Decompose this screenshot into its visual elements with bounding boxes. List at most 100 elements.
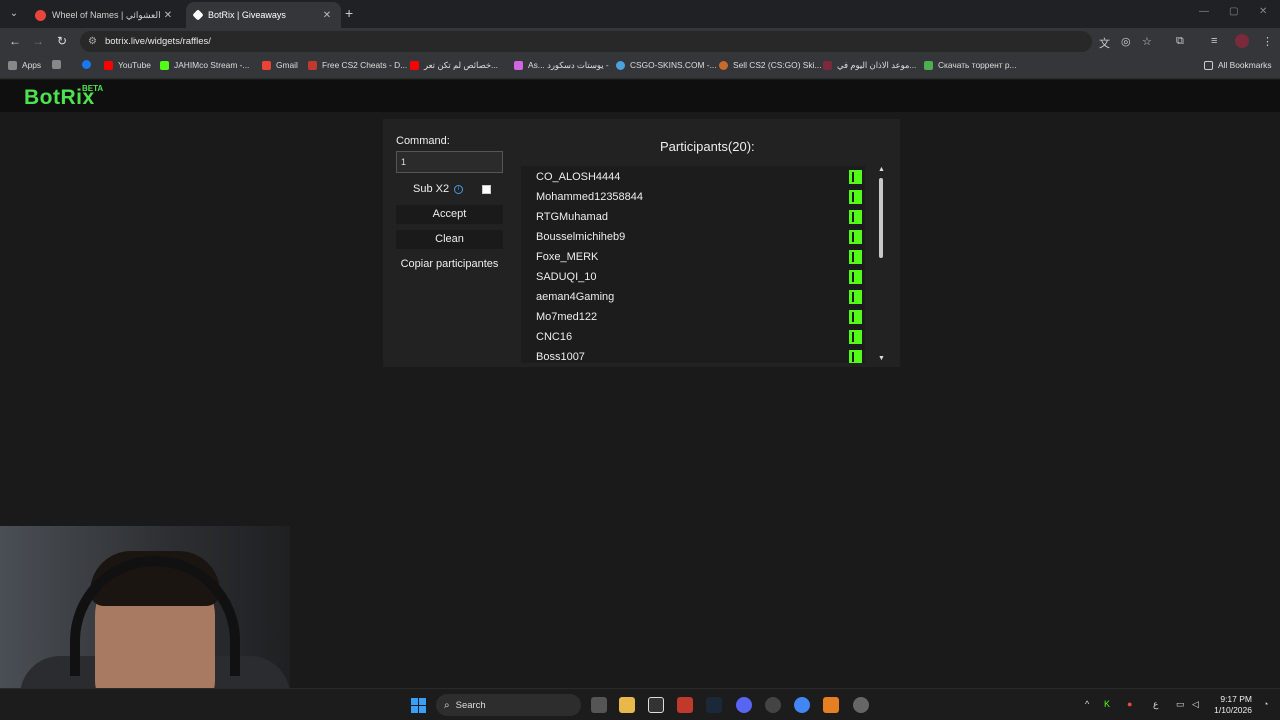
search-label: Search <box>455 699 486 711</box>
info-icon[interactable]: i <box>454 184 464 194</box>
notifications-icon[interactable]: ◔ <box>1263 699 1268 709</box>
participant-name: aeman4Gaming <box>536 291 615 303</box>
cheats-icon <box>308 60 317 70</box>
kick-icon <box>849 170 862 184</box>
steam-icon[interactable] <box>706 697 722 713</box>
bookmark-torrent[interactable]: Скачать торрент р... <box>924 60 1017 70</box>
tab-strip: ⌄ Wheel of Names | اسم العشوائي ✕ BotRix… <box>0 0 1280 28</box>
accept-button[interactable]: Accept <box>396 205 503 224</box>
app-a-icon[interactable] <box>823 697 839 713</box>
chrome-icon[interactable] <box>794 697 810 713</box>
sub-x2-checkbox[interactable] <box>482 185 491 194</box>
command-input[interactable] <box>396 151 503 173</box>
eye-off-icon[interactable]: ◎ <box>1121 35 1131 48</box>
back-icon[interactable]: ← <box>7 34 23 48</box>
scroll-thumb[interactable] <box>879 178 883 258</box>
bookmark-gmail[interactable]: Gmail <box>262 60 298 70</box>
menu-icon[interactable]: ⋮ <box>1262 35 1273 48</box>
tab-botrix-giveaways[interactable]: BotRix | Giveaways ✕ <box>186 2 341 28</box>
close-window-icon[interactable]: ✕ <box>1259 6 1267 17</box>
list-scrollbar[interactable]: ▲ ▼ <box>878 166 885 363</box>
minimize-icon[interactable]: — <box>1199 6 1209 17</box>
participant-name: CO_ALOSH4444 <box>536 171 621 183</box>
app-header: BotRix BETA <box>0 80 1280 112</box>
file-explorer-icon[interactable] <box>619 697 635 713</box>
webcam-overlay <box>0 526 290 688</box>
kick-icon <box>849 310 862 324</box>
kick-icon <box>849 210 862 224</box>
command-label: Command: <box>396 135 450 147</box>
taskbar-clock[interactable]: 9:17 PM 1/10/2026 <box>1212 694 1252 716</box>
discord-icon[interactable] <box>736 697 752 713</box>
clock-date: 1/10/2026 <box>1214 705 1252 715</box>
grid-icon <box>52 60 61 69</box>
settings-icon[interactable] <box>853 697 869 713</box>
tab-search-icon[interactable]: ⌄ <box>5 5 23 23</box>
bookmark-star-icon[interactable]: ☆ <box>1142 35 1152 48</box>
kick-icon <box>849 350 862 363</box>
site-info-icon[interactable]: ⚙ <box>88 36 97 47</box>
bookmark-youtube[interactable]: YouTube <box>104 60 151 70</box>
bookmark-arabic-video[interactable]: خصائص لم تكن تعر... <box>410 60 498 70</box>
close-tab-icon[interactable]: ✕ <box>162 10 174 21</box>
taskbar-search[interactable]: ⌕ Search <box>436 694 581 716</box>
bookmark-grid[interactable] <box>52 60 66 69</box>
windows-start-icon[interactable] <box>411 698 427 714</box>
extensions-icon[interactable]: ⧉ <box>1176 35 1184 48</box>
microphone-icon[interactable]: ● <box>1127 699 1132 709</box>
bookmark-csgo-skins[interactable]: CSGO-SKINS.COM -... <box>616 60 717 70</box>
participant-name: SADUQI_10 <box>536 271 597 283</box>
task-view-icon[interactable] <box>591 697 607 713</box>
clean-button[interactable]: Clean <box>396 230 503 249</box>
browser-toolbar: ← → ↻ ⚙ botrix.live/widgets/raffles/ 文 ◎… <box>0 28 1280 55</box>
youtube-icon <box>410 60 419 70</box>
participant-name: Foxe_MERK <box>536 251 599 263</box>
wheel-favicon-icon <box>35 9 46 21</box>
sub-x2-row: Sub X2 i <box>413 183 464 195</box>
network-icon[interactable]: ▭ <box>1176 699 1185 710</box>
media-icon[interactable]: ≡ <box>1211 35 1217 47</box>
participant-name: Boss1007 <box>536 351 585 363</box>
kick-icon <box>160 60 169 70</box>
profile-avatar[interactable] <box>1235 34 1249 48</box>
botrix-favicon-icon <box>192 9 204 21</box>
list-item: Foxe_MERK <box>521 247 865 267</box>
list-item: CO_ALOSH4444 <box>521 167 865 187</box>
language-indicator[interactable]: ع <box>1153 699 1158 710</box>
close-tab-icon[interactable]: ✕ <box>321 10 333 21</box>
scroll-down-icon[interactable]: ▼ <box>878 355 885 363</box>
bookmark-jahimco[interactable]: JAHIMco Stream -... <box>160 60 249 70</box>
kick-icon <box>849 230 862 244</box>
adobe-icon[interactable] <box>677 697 693 713</box>
bookmark-prayer-times[interactable]: موعد الاذان اليوم في... <box>823 60 916 70</box>
all-bookmarks[interactable]: All Bookmarks <box>1204 60 1272 70</box>
clock-time: 9:17 PM <box>1220 694 1252 704</box>
address-bar[interactable]: ⚙ botrix.live/widgets/raffles/ <box>80 31 1092 52</box>
maximize-icon[interactable]: ▢ <box>1229 6 1238 17</box>
kick-icon <box>849 330 862 344</box>
bookmark-apps[interactable]: Apps <box>8 60 41 70</box>
kick-icon <box>849 190 862 204</box>
logitech-icon[interactable] <box>648 697 664 713</box>
apps-grid-icon <box>8 60 17 70</box>
obs-icon[interactable] <box>765 697 781 713</box>
translate-icon[interactable]: 文 <box>1099 35 1110 51</box>
reload-icon[interactable]: ↻ <box>54 34 70 48</box>
participants-list[interactable]: CO_ALOSH4444 Mohammed12358844 RTGMuhamad… <box>521 166 865 363</box>
beta-badge: BETA <box>82 84 104 93</box>
show-hidden-icon[interactable]: ^ <box>1085 699 1089 709</box>
copy-participants-button[interactable]: Copiar participantes <box>396 255 503 274</box>
bookmark-cs2-cheats[interactable]: Free CS2 Cheats - D... <box>308 60 407 70</box>
kick-tray-icon[interactable]: K <box>1104 699 1110 709</box>
bookmark-sell-cs2[interactable]: Sell CS2 (CS:GO) Ski... <box>719 60 821 70</box>
forward-icon[interactable]: → <box>30 34 46 48</box>
tab-wheel-of-names[interactable]: Wheel of Names | اسم العشوائي ✕ <box>27 2 182 28</box>
participant-name: CNC16 <box>536 331 573 343</box>
participant-name: Bousselmichiheb9 <box>536 231 626 243</box>
bookmark-facebook[interactable] <box>82 60 96 69</box>
scroll-up-icon[interactable]: ▲ <box>878 166 885 174</box>
bookmark-discord-posts[interactable]: As... يوستات دسكورد - <box>514 60 609 70</box>
volume-icon[interactable]: ◁ <box>1192 699 1199 710</box>
youtube-icon <box>104 60 113 70</box>
new-tab-icon[interactable]: + <box>345 5 353 21</box>
